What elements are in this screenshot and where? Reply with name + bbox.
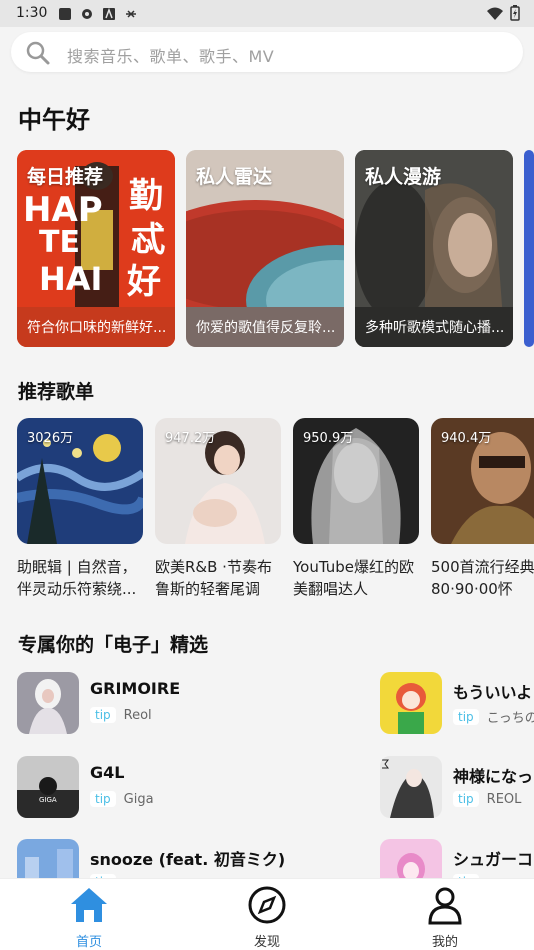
cover-word: HAP <box>23 190 103 230</box>
search-bar[interactable]: 搜索音乐、歌单、歌手、MV <box>11 32 523 72</box>
playlist-cover: 950.9万 <box>293 418 419 544</box>
no-signal-icon <box>124 6 138 25</box>
song-title: G4L <box>90 763 125 782</box>
tab-mine[interactable]: 我的 <box>385 879 505 950</box>
gear-icon <box>80 6 94 25</box>
playlist-cover: 3026万 <box>17 418 143 544</box>
playlist-name: YouTube爆红的欧美翻唱达人 <box>293 558 414 598</box>
tip-badge: tip <box>453 791 479 807</box>
cover-word: 勤 <box>129 176 163 216</box>
song-title: もういいよ <box>453 683 533 702</box>
feature-card-radar[interactable]: 私人雷达 你爱的歌值得反复聆... <box>186 150 344 347</box>
sim-icon <box>58 6 72 25</box>
playlist-name: 欧美R&B ·节奏布鲁斯的轻奢尾调 <box>155 558 272 598</box>
tab-label: 发现 <box>253 935 280 950</box>
play-count: 3026万 <box>27 431 74 446</box>
feature-caption: 符合你口味的新鲜好... <box>17 307 175 347</box>
play-count: 947.2万 <box>165 431 216 446</box>
section-title-genre: 专属你的「电子」精选 <box>18 634 209 656</box>
song-meta: tip Reol <box>90 707 152 723</box>
tip-badge: tip <box>90 707 116 723</box>
tab-label: 我的 <box>431 935 458 950</box>
wifi-icon <box>486 6 504 25</box>
search-placeholder: 搜索音乐、歌单、歌手、MV <box>67 47 275 66</box>
song-meta: tip REOL <box>453 791 521 807</box>
cover-text: GIGA <box>39 796 57 804</box>
status-icons <box>58 6 138 25</box>
song-item[interactable]: GRIMOIRE tip Reol <box>17 672 357 734</box>
song-title: GRIMOIRE <box>90 679 181 698</box>
song-title: 神様になっ <box>453 767 534 786</box>
playlist-name: 助眠辑 | 自然音，伴灵动乐符萦绕... <box>17 558 137 598</box>
tab-home[interactable]: 首页 <box>29 879 149 950</box>
playlist-card[interactable]: 940.4万 500首流行经典歌 | 80·90·00怀 <box>431 418 534 598</box>
status-right <box>486 5 520 25</box>
playlist-card[interactable]: 947.2万 欧美R&B ·节奏布鲁斯的轻奢尾调 <box>155 418 281 598</box>
feature-title: 私人漫游 <box>365 166 442 188</box>
playlist-cover: 940.4万 <box>431 418 534 544</box>
song-meta: tip Giga <box>90 791 154 807</box>
font-icon <box>102 6 116 25</box>
status-bar: 1:30 <box>0 0 534 27</box>
song-artist: Giga <box>123 791 154 807</box>
playlist-cover: 947.2万 <box>155 418 281 544</box>
play-count: 950.9万 <box>303 431 354 446</box>
song-title: snooze (feat. 初音ミク) <box>90 850 286 869</box>
play-count: 940.4万 <box>441 431 492 446</box>
tab-discover[interactable]: 发现 <box>207 879 327 950</box>
playlist-name: 500首流行经典歌 | 80·90·00怀 <box>431 558 534 598</box>
section-title-playlists: 推荐歌单 <box>18 381 95 403</box>
cover-word: TE <box>39 225 80 260</box>
song-cover <box>380 672 442 734</box>
song-artist: REOL <box>486 791 522 807</box>
tip-badge: tip <box>453 708 479 725</box>
greeting-title: 中午好 <box>18 106 90 134</box>
feature-caption: 多种听歌模式随心播... <box>355 307 513 347</box>
song-cover: GIGA <box>17 756 79 818</box>
song-item[interactable]: もういいよ tip こっちの <box>380 672 534 734</box>
feature-card-partial[interactable] <box>524 150 534 347</box>
feature-caption: 你爱的歌值得反复聆... <box>186 307 344 347</box>
feature-card-daily[interactable]: HAP TE HAI 勤 忒 好 每日推荐 符合你口味的新鲜好... <box>17 150 175 347</box>
playlist-card[interactable]: 950.9万 YouTube爆红的欧美翻唱达人 <box>293 418 419 598</box>
cover-word: 好 <box>127 262 161 302</box>
feature-card-roam[interactable]: 私人漫游 多种听歌模式随心播... <box>355 150 513 347</box>
playlist-card[interactable]: 3026万 助眠辑 | 自然音，伴灵动乐符萦绕... <box>17 418 143 598</box>
song-artist: Reol <box>123 707 152 723</box>
song-meta: tip こっちの <box>453 707 534 726</box>
feature-title: 每日推荐 <box>27 166 104 188</box>
song-item[interactable]: 神様になっ tip REOL <box>380 756 534 818</box>
tip-badge: tip <box>90 791 116 807</box>
tab-label: 首页 <box>75 935 102 950</box>
battery-icon <box>510 5 520 25</box>
bottom-tab-bar: 首页 发现 我的 <box>0 878 534 950</box>
song-item[interactable]: GIGA G4L tip Giga <box>17 756 357 818</box>
status-time: 1:30 <box>16 5 48 21</box>
song-cover <box>380 756 442 818</box>
cover-word: HAI <box>39 260 103 298</box>
feature-title: 私人雷达 <box>196 166 273 188</box>
song-artist: こっちの <box>486 711 534 726</box>
song-title: シュガーコ <box>453 850 534 869</box>
song-cover <box>17 672 79 734</box>
